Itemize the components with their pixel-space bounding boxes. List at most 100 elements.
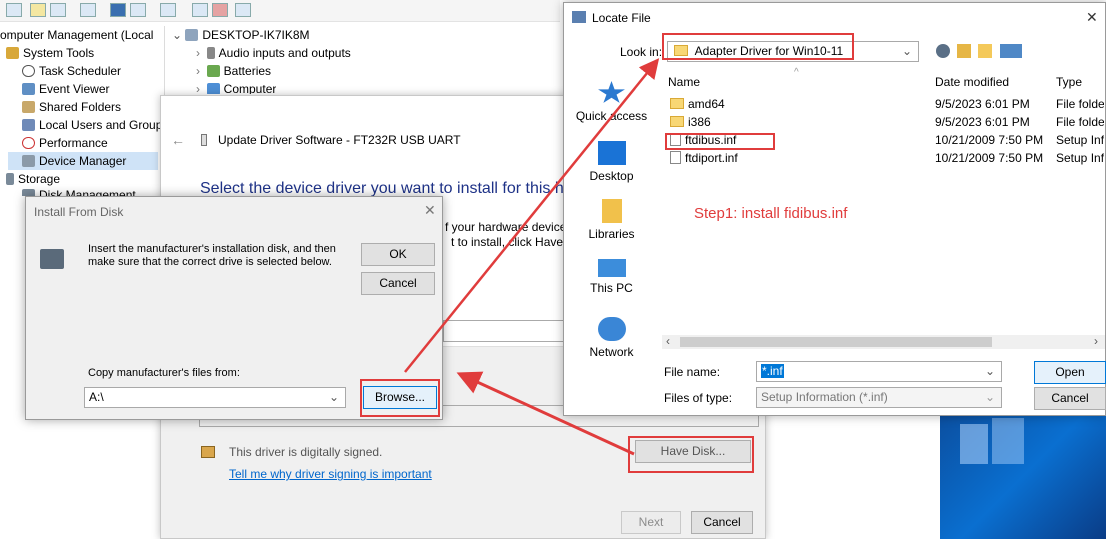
chevron-right-icon: › [196,64,207,78]
column-date-modified[interactable]: Date modified [935,75,1009,89]
help-icon[interactable] [110,3,126,17]
uninstall-icon[interactable] [212,3,228,17]
column-type[interactable]: Type [1056,75,1082,89]
tree-item-performance[interactable]: Performance [22,134,108,152]
mmc-toolbar [0,0,560,22]
scroll-right-icon[interactable]: › [1094,334,1098,348]
copy-from-value: A:\ [89,390,104,404]
device-computer[interactable]: › Computer [196,80,276,94]
file-row[interactable]: ftdiport.inf 10/21/2009 7:50 PM Setup In… [662,149,1105,167]
tree-item-task-scheduler[interactable]: Task Scheduler [22,62,121,80]
file-name-label: File name: [664,365,721,379]
look-in-label: Look in: [620,45,663,59]
desktop-icon [597,141,626,165]
file-name-value: *.inf [761,364,784,378]
shared-folder-icon [22,101,35,113]
speaker-icon [206,47,215,59]
file-row[interactable]: i386 9/5/2023 6:01 PM File folder [662,113,1105,131]
wizard-body-line2: t to install, click Have D [451,235,576,249]
ifd-cancel-button[interactable]: Cancel [361,272,435,295]
signed-text: This driver is digitally signed. [229,445,383,459]
nav-this-pc[interactable]: This PC [564,259,659,295]
ok-button[interactable]: OK [361,243,435,266]
battery-icon [206,65,220,77]
copy-from-label: Copy manufacturer's files from: [88,367,240,379]
tree-item-local-users[interactable]: Local Users and Groups [22,116,168,134]
chevron-down-icon: ⌄ [328,390,339,404]
performance-icon [22,137,35,149]
file-type-value: Setup Information (*.inf) [761,390,888,404]
chevron-right-icon: › [196,82,207,94]
horizontal-scrollbar[interactable]: ‹ › [662,334,1105,349]
device-root[interactable]: ⌄ DESKTOP-IK7IK8M [172,26,310,44]
nav-libraries[interactable]: Libraries [564,199,659,241]
chevron-down-icon: ⌄ [901,44,912,58]
tree-item-device-manager[interactable]: Device Manager [8,152,158,170]
windows-logo-pane [992,418,1024,464]
libraries-icon [601,199,622,223]
chevron-right-icon: › [196,46,207,60]
expand-chevron-icon: ⌄ [172,28,186,42]
back-icon[interactable] [6,3,22,17]
tree-item-shared-folders[interactable]: Shared Folders [22,98,121,116]
tree-root-computer-management[interactable]: omputer Management (Local [0,26,153,44]
ifd-title: Install From Disk [34,205,124,219]
folder-up-icon[interactable] [30,3,46,17]
update-driver-icon[interactable] [192,3,208,17]
places-bar: Quick access Desktop Libraries This PC N… [564,61,659,377]
scrollbar-thumb[interactable] [680,337,992,347]
show-hide-tree-icon[interactable] [50,3,66,17]
storage-icon [6,173,14,185]
tree-item-event-viewer[interactable]: Event Viewer [22,80,109,98]
properties-icon[interactable] [80,3,96,17]
view-icon[interactable] [130,3,146,17]
users-icon [22,119,35,131]
view-menu-icon[interactable] [1000,44,1022,58]
device-batteries[interactable]: › Batteries [196,62,271,80]
nav-quick-access[interactable]: Quick access [564,81,659,123]
ifd-message-line1: Insert the manufacturer's installation d… [88,243,336,255]
ifd-message: Insert the manufacturer's installation d… [88,243,336,269]
star-icon [598,81,625,103]
wizard-body-line1: f your hardware device [445,220,567,234]
folder-icon [670,98,684,109]
next-button[interactable]: Next [621,511,681,534]
clock-icon [22,65,35,77]
back-icon[interactable] [936,44,950,58]
file-type-combobox[interactable]: Setup Information (*.inf) ⌄ [756,387,1002,408]
scroll-left-icon[interactable]: ‹ [666,334,670,348]
nav-network[interactable]: Network [564,317,659,359]
dialog-app-icon [572,11,586,23]
tree-item-disk-management[interactable]: Disk Management [22,186,136,196]
nav-desktop[interactable]: Desktop [564,141,659,183]
driver-signing-link[interactable]: Tell me why driver signing is important [229,467,432,481]
up-folder-icon[interactable] [957,44,971,58]
wizard-cancel-button[interactable]: Cancel [691,511,753,534]
column-name[interactable]: Name [668,75,700,89]
lf-cancel-button[interactable]: Cancel [1034,387,1106,410]
scan-hardware-icon[interactable] [235,3,251,17]
copy-from-combobox[interactable]: A:\ ⌄ [84,387,346,408]
computer-management-tree: omputer Management (Local System Tools T… [0,26,168,211]
disk-drive-icon [40,249,64,269]
look-in-highlight [662,33,854,60]
close-icon[interactable]: ✕ [424,202,436,219]
chevron-down-icon: ⌄ [984,364,995,378]
computer-icon [185,29,199,41]
monitor-icon [206,83,220,94]
step1-annotation: Step1: install fidibus.inf [694,205,848,222]
wizard-title: Update Driver Software - FT232R USB UART [218,133,461,147]
device-audio[interactable]: › Audio inputs and outputs [196,44,351,62]
open-button[interactable]: Open [1034,361,1106,384]
monitor-icon[interactable] [160,3,176,17]
back-arrow-icon[interactable]: ← [171,132,185,148]
file-name-combobox[interactable]: *.inf ⌄ [756,361,1002,382]
new-folder-icon[interactable] [978,44,992,58]
usb-device-icon [201,134,207,146]
close-icon[interactable]: ✕ [1086,9,1098,26]
locate-file-dialog: Locate File ✕ Look in: Adapter Driver fo… [563,2,1106,416]
file-row[interactable]: amd64 9/5/2023 6:01 PM File folder [662,95,1105,113]
sort-up-icon: ^ [794,67,799,78]
setup-file-icon [670,151,681,164]
tree-item-system-tools[interactable]: System Tools [6,44,94,62]
